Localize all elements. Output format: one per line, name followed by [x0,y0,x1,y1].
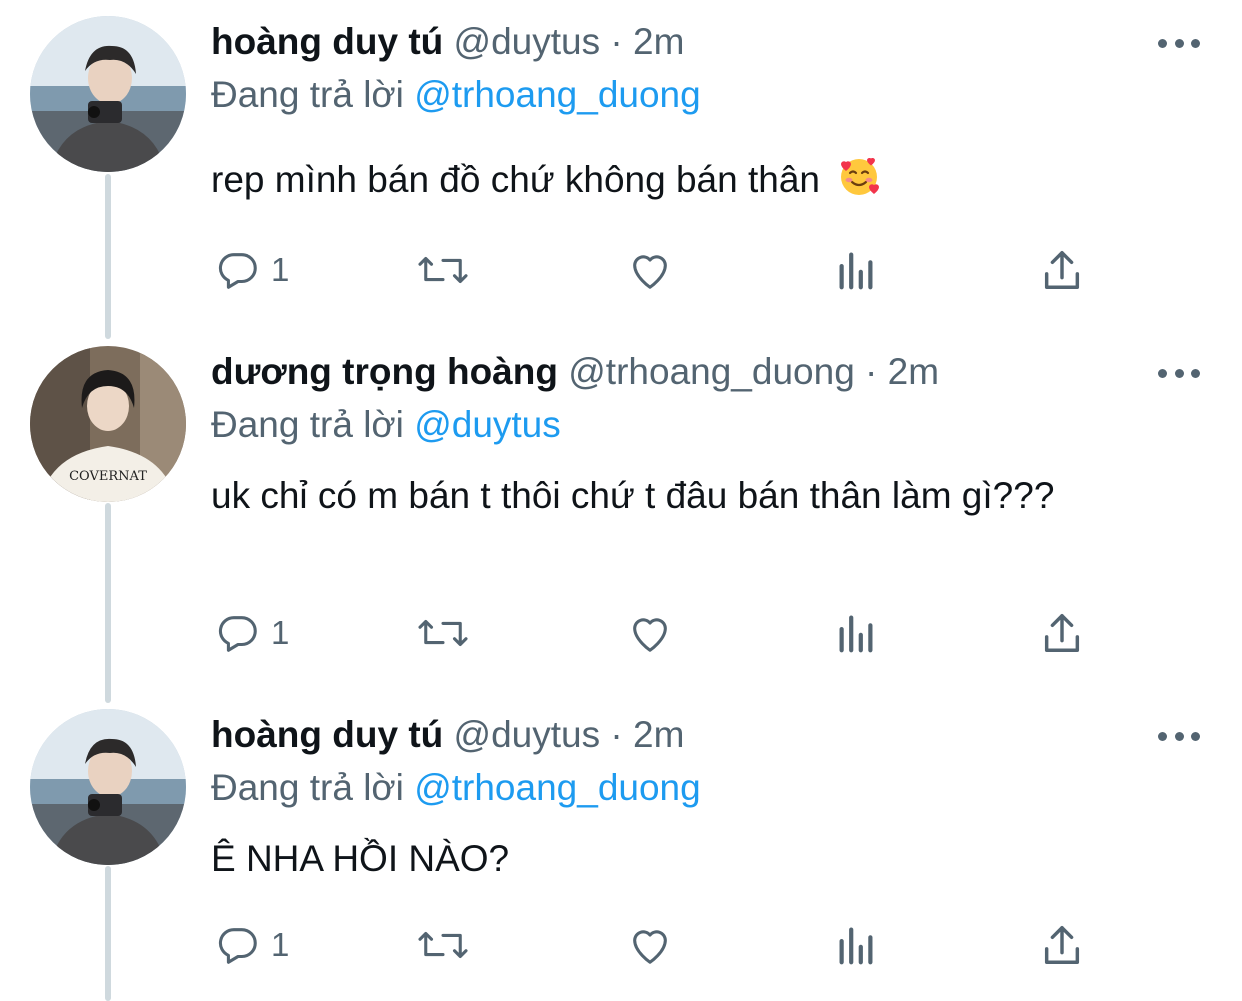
share-upload-icon [1040,922,1084,968]
replying-to: Đang trả lời @trhoang_duong [211,73,701,117]
avatar[interactable] [30,16,186,172]
more-dots-icon[interactable] [1158,366,1200,380]
replying-to-label: Đang trả lời [211,74,404,115]
shirt-text: COVERNAT [69,469,147,484]
retweet-button[interactable] [415,603,471,663]
reply-count: 1 [271,926,290,963]
speech-bubble-icon [215,247,261,293]
separator-dot: · [610,714,623,755]
tweet-actions: 1 [0,603,1242,663]
tweet-header: hoàng duy tú @duytus · 2m [211,713,684,757]
separator-dot: · [865,351,878,392]
share-button[interactable] [1040,915,1084,975]
heart-outline-icon [626,247,674,293]
tweet-text: Ê NHA HỒI NÀO? [211,833,1161,885]
retweet-arrows-icon [415,922,471,968]
reply-button[interactable]: 1 [215,915,289,975]
display-name[interactable]: dương trọng hoàng [211,351,558,392]
replying-to: Đang trả lời @duytus [211,403,561,447]
bar-chart-icon [835,247,877,293]
mention-link[interactable]: @duytus [414,404,561,445]
heart-outline-icon [626,922,674,968]
speech-bubble-icon [215,922,261,968]
replying-to: Đang trả lời @trhoang_duong [211,766,701,810]
retweet-arrows-icon [415,610,471,656]
tweet[interactable]: COVERNAT dương trọng hoàng @trhoang_duon… [0,330,1242,700]
analytics-button[interactable] [835,603,877,663]
tweet-actions: 1 [0,915,1242,975]
analytics-button[interactable] [835,915,877,975]
user-handle[interactable]: @duytus [454,21,601,62]
speech-bubble-icon [215,610,261,656]
tweet-body: rep mình bán đồ chứ không bán thân [211,159,820,200]
bar-chart-icon [835,610,877,656]
tweet-body: uk chỉ có m bán t thôi chứ t đâu bán thâ… [211,475,1055,516]
retweet-arrows-icon [415,247,471,293]
avatar[interactable]: COVERNAT [30,346,186,502]
reply-count: 1 [271,251,290,288]
tweet[interactable]: hoàng duy tú @duytus · 2m Đang trả lời @… [0,0,1242,330]
reply-count: 1 [271,614,290,651]
analytics-button[interactable] [835,240,877,300]
reply-button[interactable]: 1 [215,603,289,663]
heart-outline-icon [626,610,674,656]
share-button[interactable] [1040,603,1084,663]
mention-link[interactable]: @trhoang_duong [414,767,701,808]
retweet-button[interactable] [415,240,471,300]
timestamp[interactable]: 2m [633,714,684,755]
tweet[interactable]: hoàng duy tú @duytus · 2m Đang trả lời @… [0,693,1242,1001]
like-button[interactable] [626,240,674,300]
tweet-header: dương trọng hoàng @trhoang_duong · 2m [211,350,939,394]
replying-to-label: Đang trả lời [211,404,404,445]
mention-link[interactable]: @trhoang_duong [414,74,701,115]
user-handle[interactable]: @trhoang_duong [568,351,855,392]
tweet-actions: 1 [0,240,1242,300]
display-name[interactable]: hoàng duy tú [211,714,443,755]
reply-button[interactable]: 1 [215,240,289,300]
like-button[interactable] [626,603,674,663]
more-dots-icon[interactable] [1158,729,1200,743]
timestamp[interactable]: 2m [633,21,684,62]
bar-chart-icon [835,922,877,968]
share-upload-icon [1040,247,1084,293]
tweet-text: rep mình bán đồ chứ không bán thân [211,154,1161,212]
smiling-face-with-hearts-icon [838,156,880,212]
user-handle[interactable]: @duytus [454,714,601,755]
share-upload-icon [1040,610,1084,656]
timestamp[interactable]: 2m [888,351,939,392]
display-name[interactable]: hoàng duy tú [211,21,443,62]
tweet-body: Ê NHA HỒI NÀO? [211,838,510,879]
more-dots-icon[interactable] [1158,36,1200,50]
retweet-button[interactable] [415,915,471,975]
avatar[interactable] [30,709,186,865]
share-button[interactable] [1040,240,1084,300]
separator-dot: · [610,21,623,62]
replying-to-label: Đang trả lời [211,767,404,808]
tweet-text: uk chỉ có m bán t thôi chứ t đâu bán thâ… [211,468,1111,524]
tweet-header: hoàng duy tú @duytus · 2m [211,20,684,64]
like-button[interactable] [626,915,674,975]
